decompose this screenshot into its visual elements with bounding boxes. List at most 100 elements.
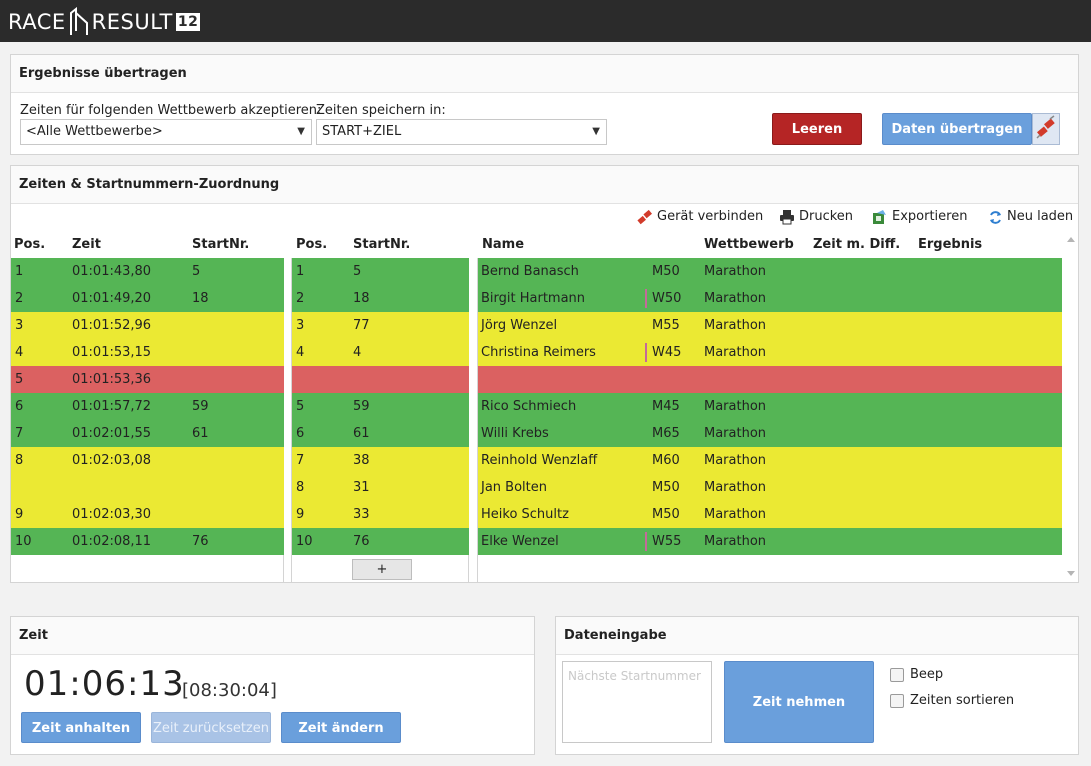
time-pos: 10 [15, 534, 32, 549]
header-name: Name [482, 237, 525, 252]
bib-number: 5 [353, 264, 362, 279]
logo-text-left: RACE [8, 10, 66, 34]
bib-pos: 2 [296, 291, 305, 306]
day-time: [08:30:04] [182, 680, 277, 701]
bib-number: 18 [353, 291, 370, 306]
participant-row[interactable]: Jan Bolten M50 Marathon [478, 474, 1062, 501]
save-times-value: START+ZIEL [322, 124, 402, 139]
participant-row[interactable]: Jörg Wenzel M55 Marathon [478, 312, 1062, 339]
bib-number: 59 [353, 399, 370, 414]
participant-name: Elke Wenzel [481, 534, 559, 549]
reload-button[interactable]: Neu laden [988, 206, 1073, 228]
participant-row[interactable]: Rico Schmiech M45 Marathon [478, 393, 1062, 420]
participant-category: W45 [652, 345, 682, 360]
time-row[interactable]: 6 01:01:57,72 59 [11, 393, 284, 420]
accept-contest-select[interactable]: <Alle Wettbewerbe> ▼ [20, 119, 312, 145]
time-value: 01:01:53,36 [72, 372, 152, 387]
bib-number: 38 [353, 453, 370, 468]
stop-time-button[interactable]: Zeit anhalten [21, 712, 141, 743]
time-row[interactable]: 10 01:02:08,11 76 [11, 528, 284, 555]
participant-row[interactable]: Reinhold Wenzlaff M60 Marathon [478, 447, 1062, 474]
participant-category: M60 [652, 453, 680, 468]
export-label: Exportieren [892, 209, 968, 224]
time-row[interactable]: 2 01:01:49,20 18 [11, 285, 284, 312]
header-time-diff: Zeit m. Diff. [813, 237, 901, 252]
participant-name: Birgit Hartmann [481, 291, 586, 306]
participant-row[interactable]: Willi Krebs M65 Marathon [478, 420, 1062, 447]
time-row[interactable]: 4 01:01:53,15 [11, 339, 284, 366]
participant-row[interactable]: Elke Wenzel W55 Marathon [478, 528, 1062, 555]
beep-checkbox[interactable] [890, 668, 904, 682]
time-row[interactable]: 5 01:01:53,36 [11, 366, 284, 393]
bib-number: 61 [353, 426, 370, 441]
bib-row[interactable]: 2 18 [292, 285, 469, 312]
print-button[interactable]: Drucken [779, 206, 853, 228]
time-row[interactable]: 8 01:02:03,08 [11, 447, 284, 474]
next-bib-input[interactable]: Nächste Startnummer [562, 661, 712, 743]
logo-text-right: RESULT [91, 10, 173, 34]
female-marker [645, 343, 647, 362]
time-row[interactable]: 1 01:01:43,80 5 [11, 258, 284, 285]
bib-row[interactable]: 8 31 [292, 474, 469, 501]
participant-row[interactable] [478, 366, 1062, 393]
logo-version-badge: 12 [175, 13, 201, 31]
participant-row[interactable]: Christina Reimers W45 Marathon [478, 339, 1062, 366]
female-marker [645, 289, 647, 308]
time-bib: 61 [192, 426, 209, 441]
clock-title: Zeit [11, 617, 534, 655]
change-time-button[interactable]: Zeit ändern [281, 712, 401, 743]
printer-icon [780, 210, 794, 225]
participant-contest: Marathon [704, 480, 767, 495]
export-button[interactable]: Exportieren [871, 206, 967, 228]
add-bib-button[interactable]: + [352, 559, 412, 580]
bib-pos: 8 [296, 480, 305, 495]
bib-row[interactable]: 10 76 [292, 528, 469, 555]
participant-name: Reinhold Wenzlaff [481, 453, 598, 468]
time-row[interactable]: 7 01:02:01,55 61 [11, 420, 284, 447]
chevron-down-icon: ▼ [297, 126, 305, 137]
time-pos: 2 [15, 291, 24, 306]
take-time-button[interactable]: Zeit nehmen [724, 661, 874, 743]
time-row[interactable]: 9 01:02:03,30 [11, 501, 284, 528]
participant-row[interactable]: Bernd Banasch M50 Marathon [478, 258, 1062, 285]
bib-row[interactable] [292, 366, 469, 393]
participant-category: W55 [652, 534, 682, 549]
time-value: 01:02:03,30 [72, 507, 152, 522]
participant-name: Jörg Wenzel [481, 318, 558, 333]
bib-row[interactable]: 15 [292, 258, 469, 285]
time-value: 01:02:08,11 [72, 534, 152, 549]
bib-row[interactable]: 9 33 [292, 501, 469, 528]
bib-pos: 1 [296, 264, 305, 279]
participant-category: M50 [652, 264, 680, 279]
participant-category: M55 [652, 318, 680, 333]
participant-contest: Marathon [704, 399, 767, 414]
bib-row[interactable]: 6 61 [292, 420, 469, 447]
bib-row[interactable]: 44 [292, 339, 469, 366]
sort-times-checkbox[interactable] [890, 694, 904, 708]
results-scrollbar[interactable] [1063, 232, 1079, 582]
time-row[interactable] [11, 474, 284, 501]
participant-contest: Marathon [704, 453, 767, 468]
time-bib: 18 [192, 291, 209, 306]
header-time: Zeit [72, 237, 101, 252]
plug-connect-button[interactable] [1032, 113, 1060, 145]
time-value: 01:01:57,72 [72, 399, 152, 414]
participant-row[interactable]: Heiko Schultz M50 Marathon [478, 501, 1062, 528]
time-pos: 8 [15, 453, 24, 468]
participant-contest: Marathon [704, 534, 767, 549]
bib-row[interactable]: 7 38 [292, 447, 469, 474]
header-pos-2: Pos. [296, 237, 328, 252]
bib-row[interactable]: 3 77 [292, 312, 469, 339]
clear-button[interactable]: Leeren [772, 113, 862, 145]
bib-pos: 9 [296, 507, 305, 522]
save-times-select[interactable]: START+ZIEL ▼ [316, 119, 607, 145]
participant-row[interactable]: Birgit Hartmann W50 Marathon [478, 285, 1062, 312]
header-pos: Pos. [14, 237, 46, 252]
participant-contest: Marathon [704, 426, 767, 441]
bib-row[interactable]: 5 59 [292, 393, 469, 420]
send-data-button[interactable]: Daten übertragen [882, 113, 1032, 145]
time-bib: 76 [192, 534, 209, 549]
time-row[interactable]: 3 01:01:52,96 [11, 312, 284, 339]
connect-device-button[interactable]: Gerät verbinden [636, 206, 763, 228]
header-result: Ergebnis [918, 237, 983, 252]
